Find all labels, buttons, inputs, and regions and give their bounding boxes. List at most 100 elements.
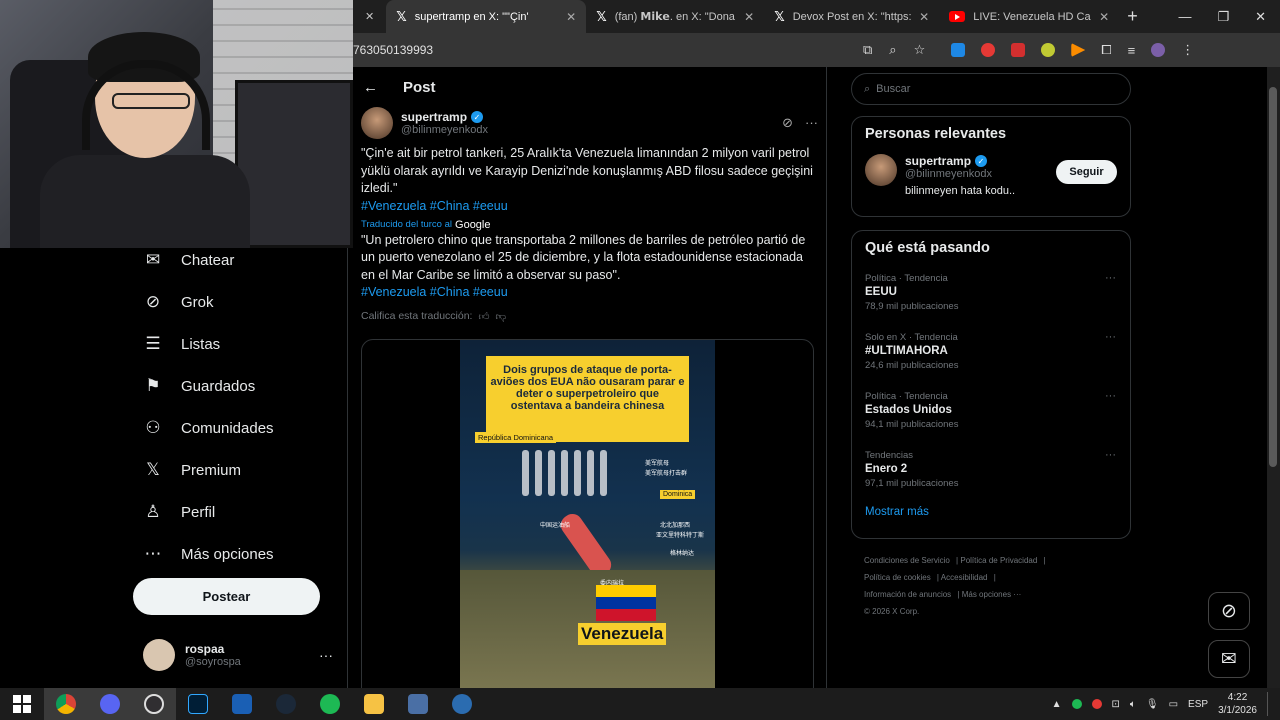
author-name[interactable]: supertramp	[401, 110, 467, 124]
battery-icon[interactable]: ▭	[1169, 699, 1178, 710]
extension-icon[interactable]	[981, 43, 996, 57]
windows-start-icon[interactable]	[0, 688, 44, 720]
footer-link[interactable]: Más opciones ···	[962, 590, 1022, 599]
zoom-icon[interactable]: ⌕	[889, 42, 896, 58]
file-explorer-icon[interactable]	[352, 688, 396, 720]
extension-icon[interactable]	[951, 43, 966, 57]
footer-link[interactable]: Política de cookies	[864, 573, 931, 582]
extension-icon[interactable]	[1011, 43, 1026, 57]
close-window-icon[interactable]: ✕	[1255, 9, 1266, 25]
browser-tab-2[interactable]: 𝕏 (fan) 𝗠𝗶𝗸𝗲. en X: "Dona ✕	[586, 0, 764, 33]
post-media[interactable]: Dois grupos de ataque de porta-aviões do…	[361, 339, 814, 688]
grok-icon[interactable]: ⊘	[782, 115, 793, 131]
tray-app-icon[interactable]	[1071, 699, 1082, 709]
grok-fab-icon[interactable]: ⊘	[1208, 592, 1250, 630]
more-icon[interactable]: ···	[319, 647, 333, 663]
app-icon[interactable]	[440, 688, 484, 720]
more-icon[interactable]: ···	[805, 115, 818, 131]
clock-date: 3/1/2026	[1218, 705, 1257, 716]
show-desktop[interactable]	[1267, 692, 1270, 716]
vegas-icon[interactable]	[220, 688, 264, 720]
avatar[interactable]	[865, 154, 897, 186]
nav-item-mas-opciones[interactable]: ⋯ Más opciones	[133, 533, 333, 575]
footer-link[interactable]: Accesibilidad	[941, 573, 988, 582]
tray-app-icon[interactable]	[1091, 699, 1102, 709]
nav-label: Listas	[181, 335, 221, 353]
media-label: República Dominicana	[475, 432, 557, 443]
browser-tab-bar: ✕ 𝕏 supertramp en X: ""Çin' ✕ 𝕏 (fan) 𝗠𝗶…	[353, 0, 1280, 33]
url-field[interactable]: 763050139993	[353, 43, 863, 57]
scrollbar[interactable]	[1267, 67, 1280, 688]
browser-tab-3[interactable]: 𝕏 Devox Post en X: "https: ✕	[764, 0, 939, 33]
photoshop-icon[interactable]	[176, 688, 220, 720]
nav-item-perfil[interactable]: ♙ Perfil	[133, 491, 333, 533]
language-indicator[interactable]: ESP	[1188, 699, 1208, 710]
nav-item-grok[interactable]: ⊘ Grok	[133, 281, 333, 323]
more-icon[interactable]: ···	[1105, 390, 1116, 402]
clock[interactable]: 4:22 3/1/2026	[1218, 691, 1257, 717]
footer-link[interactable]: Política de Privacidad	[960, 556, 1037, 565]
close-tab-icon[interactable]: ✕	[744, 10, 754, 24]
trend-item[interactable]: Tendencias Enero 2 97,1 mil publicacione…	[852, 445, 1130, 504]
menu-kebab-icon[interactable]: ⋮	[1181, 42, 1194, 58]
thumbs-up-icon[interactable]: 👍︎	[478, 310, 489, 323]
trend-item[interactable]: Política · Tendencia EEUU 78,9 mil publi…	[852, 268, 1130, 327]
nav-item-listas[interactable]: ☰ Listas	[133, 323, 333, 365]
more-icon[interactable]: ···	[1105, 449, 1116, 461]
more-icon[interactable]: ···	[1105, 331, 1116, 343]
tray-chevron-icon[interactable]: ▲	[1052, 699, 1062, 710]
maximize-icon[interactable]: ❐	[1217, 9, 1229, 25]
app-icon[interactable]	[396, 688, 440, 720]
bookmark-star-icon[interactable]: ☆	[914, 42, 926, 58]
discord-icon[interactable]	[88, 688, 132, 720]
post-hashtags[interactable]: #Venezuela #China #eeuu	[353, 198, 826, 215]
media-image[interactable]: Dois grupos de ataque de porta-aviões do…	[460, 340, 715, 688]
network-icon[interactable]: ⊡	[1112, 699, 1120, 710]
account-handle: @soyrospa	[185, 656, 241, 668]
trend-item[interactable]: Solo en X · Tendencia #ULTIMAHORA 24,6 m…	[852, 327, 1130, 386]
steam-icon[interactable]	[264, 688, 308, 720]
author-handle[interactable]: @bilinmeyenkodx	[401, 124, 488, 136]
footer-link[interactable]: Información de anuncios	[864, 590, 951, 599]
search-input[interactable]: ⌕ Buscar	[851, 73, 1131, 105]
post-button[interactable]: Postear	[133, 578, 320, 615]
close-tab-icon[interactable]: ✕	[1099, 10, 1109, 24]
extension-icon[interactable]	[1071, 43, 1086, 57]
thumbs-down-icon[interactable]: 👎︎	[495, 310, 506, 323]
nav-item-guardados[interactable]: ⚑ Guardados	[133, 365, 333, 407]
profile-avatar-icon[interactable]	[1151, 43, 1166, 57]
extensions-puzzle-icon[interactable]: ⧠	[1101, 42, 1111, 58]
new-tab-icon[interactable]: +	[1127, 6, 1138, 27]
footer-link[interactable]: Condiciones de Servicio	[864, 556, 950, 565]
nav-item-comunidades[interactable]: ⚇ Comunidades	[133, 407, 333, 449]
more-icon[interactable]: ···	[1105, 272, 1116, 284]
close-tab-icon[interactable]: ✕	[353, 0, 386, 33]
microphone-icon[interactable]: 🎙︎	[1146, 699, 1159, 710]
extension-icon[interactable]	[1041, 43, 1056, 57]
list-icon: ☰	[145, 334, 161, 353]
person-name[interactable]: supertramp	[905, 154, 971, 168]
trend-name: #ULTIMAHORA	[865, 345, 948, 357]
browser-tab-4[interactable]: LIVE: Venezuela HD Cam ✕	[939, 0, 1119, 33]
close-tab-icon[interactable]: ✕	[919, 10, 929, 24]
post-hashtags-translated[interactable]: #Venezuela #China #eeuu	[353, 284, 826, 301]
spotify-icon[interactable]	[308, 688, 352, 720]
post-translated-text: "Un petrolero chino que transportaba 2 m…	[361, 232, 806, 282]
follow-button[interactable]: Seguir	[1056, 160, 1117, 184]
obs-icon[interactable]	[132, 688, 176, 720]
volume-icon[interactable]: 🔈︎	[1130, 699, 1136, 710]
close-tab-icon[interactable]: ✕	[566, 10, 576, 24]
back-arrow-icon[interactable]: ←	[363, 79, 378, 96]
reading-list-icon[interactable]: ≡	[1128, 43, 1136, 58]
browser-tab-1[interactable]: 𝕏 supertramp en X: ""Çin' ✕	[386, 0, 587, 33]
relevant-person[interactable]: supertramp ✓ @bilinmeyenkodx bilinmeyen …	[852, 150, 1130, 201]
messages-fab-icon[interactable]: ✉	[1208, 640, 1250, 678]
minimize-icon[interactable]: —	[1178, 9, 1191, 25]
install-app-icon[interactable]: ⧉	[863, 42, 872, 58]
avatar[interactable]	[361, 107, 393, 139]
account-switcher[interactable]: rospaa @soyrospa ···	[143, 639, 333, 671]
nav-item-premium[interactable]: 𝕏 Premium	[133, 449, 333, 491]
show-more-link[interactable]: Mostrar más	[852, 504, 1130, 528]
chrome-icon[interactable]	[44, 688, 88, 720]
trend-item[interactable]: Política · Tendencia Estados Unidos 94,1…	[852, 386, 1130, 445]
